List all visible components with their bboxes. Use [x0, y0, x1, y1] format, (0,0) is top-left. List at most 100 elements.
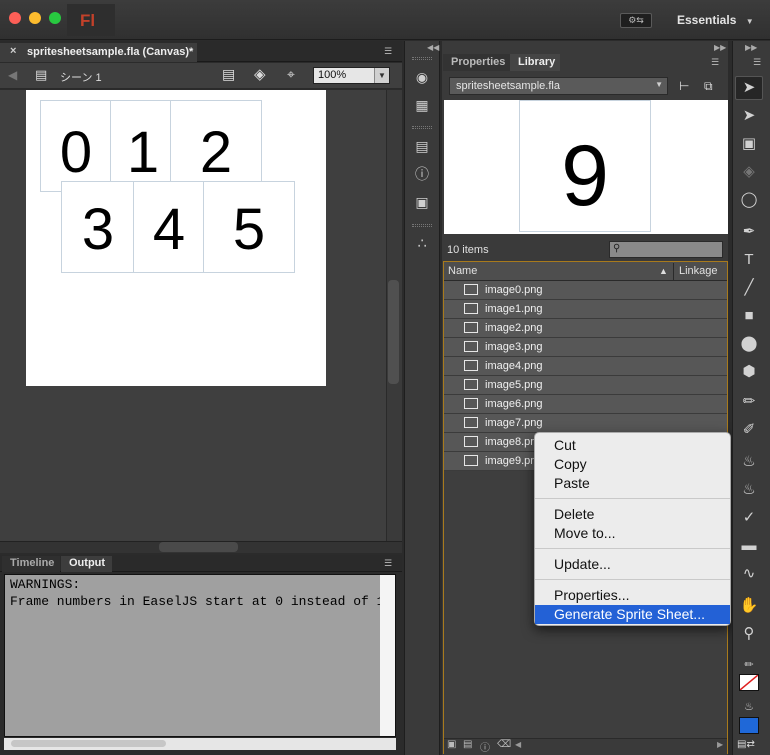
swap-colors-icon[interactable]: ▤⇄ [737, 739, 755, 750]
menu-item-cut[interactable]: Cut [535, 436, 730, 455]
column-header-name[interactable]: Name [448, 265, 477, 277]
menu-item-delete[interactable]: Delete [535, 505, 730, 524]
collapse-arrows-icon[interactable]: ◀◀ [427, 43, 439, 52]
line-tool-icon[interactable]: ╱ [739, 278, 759, 298]
tab-library[interactable]: Library [510, 54, 560, 71]
paint-bucket-icon[interactable]: ♨ [739, 452, 759, 472]
vertical-scroll-thumb[interactable] [388, 280, 399, 384]
tab-output[interactable]: Output [61, 556, 112, 572]
text-tool-icon[interactable]: T [739, 250, 759, 270]
center-stage-icon[interactable]: ⌖ [287, 66, 295, 83]
stage-image-1[interactable]: 1 [110, 100, 176, 192]
free-transform-icon[interactable]: ▣ [739, 134, 759, 154]
edit-symbols-icon[interactable]: ◈ [254, 65, 266, 83]
library-item[interactable]: image0.png [444, 281, 727, 300]
panel-menu-icon[interactable]: ☰ [384, 46, 392, 57]
chevron-down-icon[interactable]: ▼ [374, 68, 389, 83]
lasso-icon[interactable]: ◯ [739, 190, 759, 210]
library-item[interactable]: image2.png [444, 319, 727, 338]
library-panel-menu-icon[interactable]: ☰ [711, 57, 719, 68]
motion-presets-icon[interactable]: ∴ [413, 234, 431, 252]
menu-item-move-to[interactable]: Move to... [535, 524, 730, 543]
horizontal-scroll-thumb[interactable] [159, 542, 238, 552]
output-vertical-scrollbar[interactable] [380, 575, 395, 736]
color-palette-icon[interactable]: ◉ [413, 68, 431, 86]
new-folder-icon[interactable]: ▤ [463, 739, 472, 750]
menu-separator [535, 579, 730, 580]
eraser-icon[interactable]: ▬ [739, 536, 759, 556]
tab-timeline[interactable]: Timeline [2, 556, 60, 572]
menu-item-paste[interactable]: Paste [535, 474, 730, 493]
oval-tool-icon[interactable]: ⬤ [739, 334, 759, 354]
panel-grip[interactable] [412, 126, 432, 129]
workspace-switcher[interactable]: Essentials ▼ [677, 13, 754, 27]
scroll-right-icon[interactable]: ▶ [717, 740, 723, 749]
tab-properties[interactable]: Properties [443, 54, 510, 71]
library-file-select[interactable]: spritesheetsample.fla ▼ [449, 77, 668, 95]
collapse-arrows-icon[interactable]: ▶▶ [714, 43, 726, 52]
properties-icon[interactable]: ⓘ [480, 739, 490, 754]
library-item[interactable]: image4.png [444, 357, 727, 376]
close-window-button[interactable] [9, 12, 21, 24]
library-item[interactable]: image1.png [444, 300, 727, 319]
menu-item-generate-sprite-sheet[interactable]: Generate Sprite Sheet... [535, 605, 730, 624]
back-arrow-icon[interactable]: ◀ [8, 68, 17, 82]
output-scroll-thumb[interactable] [11, 740, 166, 747]
stage-image-5[interactable]: 5 [203, 181, 295, 273]
scroll-left-icon[interactable]: ◀ [515, 740, 521, 749]
eyedropper-icon[interactable]: ✓ [739, 508, 759, 528]
ink-bottle-icon[interactable]: ♨ [739, 480, 759, 500]
library-search-input[interactable]: ⚲ [609, 241, 723, 258]
panel-grip[interactable] [412, 224, 432, 227]
zoom-tool-icon[interactable]: ⚲ [739, 624, 759, 644]
pin-icon[interactable]: ⊢ [679, 79, 689, 93]
polystar-tool-icon[interactable]: ⬢ [739, 362, 759, 382]
edit-scene-icon[interactable]: ▤ [222, 66, 235, 83]
menu-separator [535, 548, 730, 549]
stage-image-2[interactable]: 2 [170, 100, 262, 192]
library-item[interactable]: image6.png [444, 395, 727, 414]
new-library-panel-icon[interactable]: ⧉ [704, 79, 713, 94]
stage[interactable]: 0 1 2 3 4 5 [26, 90, 326, 386]
pen-icon[interactable]: ✒ [739, 222, 759, 242]
subselection-icon[interactable]: ➤ [739, 106, 759, 126]
fill-color-swatch[interactable] [739, 717, 759, 734]
sort-ascending-icon[interactable]: ▲ [659, 266, 668, 276]
library-item[interactable]: image3.png [444, 338, 727, 357]
pencil-icon[interactable]: ✏ [739, 392, 759, 412]
bitmap-icon [464, 284, 478, 295]
close-tab-icon[interactable]: × [10, 45, 16, 57]
collapse-arrows-icon[interactable]: ▶▶ [745, 43, 757, 52]
brush-icon[interactable]: ✐ [739, 420, 759, 440]
menu-item-properties[interactable]: Properties... [535, 586, 730, 605]
stage-image-4[interactable]: 4 [133, 181, 205, 273]
tools-panel-menu-icon[interactable]: ☰ [753, 57, 761, 68]
output-panel-menu-icon[interactable]: ☰ [384, 558, 392, 569]
library-item[interactable]: image7.png [444, 414, 727, 433]
swatches-icon[interactable]: ▦ [413, 96, 431, 114]
stroke-color-swatch[interactable] [739, 674, 759, 691]
selection-arrow-icon[interactable]: ➤ [739, 78, 759, 98]
minimize-window-button[interactable] [29, 12, 41, 24]
menu-item-update[interactable]: Update... [535, 555, 730, 574]
info-icon[interactable]: ⓘ [413, 165, 431, 183]
3d-rotation-icon[interactable]: ◈ [739, 162, 759, 182]
rectangle-tool-icon[interactable]: ■ [739, 306, 759, 326]
zoom-window-button[interactable] [49, 12, 61, 24]
transform-icon[interactable]: ▣ [413, 193, 431, 211]
align-icon[interactable]: ▤ [413, 137, 431, 155]
delete-icon[interactable]: ⌫ [497, 739, 511, 750]
library-item[interactable]: image5.png [444, 376, 727, 395]
panel-grip[interactable] [412, 57, 432, 60]
bone-tool-icon[interactable]: ∿ [739, 564, 759, 584]
stage-image-0[interactable]: 0 [40, 100, 112, 192]
zoom-select[interactable]: 100% ▼ [313, 67, 390, 84]
column-header-linkage[interactable]: Linkage [679, 265, 718, 277]
new-symbol-icon[interactable]: ▣ [447, 739, 456, 750]
menu-item-copy[interactable]: Copy [535, 455, 730, 474]
document-tab[interactable]: × spritesheetsample.fla (Canvas)* [0, 43, 197, 62]
hand-tool-icon[interactable]: ✋ [739, 596, 759, 616]
column-divider[interactable] [673, 263, 674, 280]
workspace-sync-icon[interactable]: ⚙⇆ [620, 13, 652, 28]
stage-image-3[interactable]: 3 [61, 181, 135, 273]
